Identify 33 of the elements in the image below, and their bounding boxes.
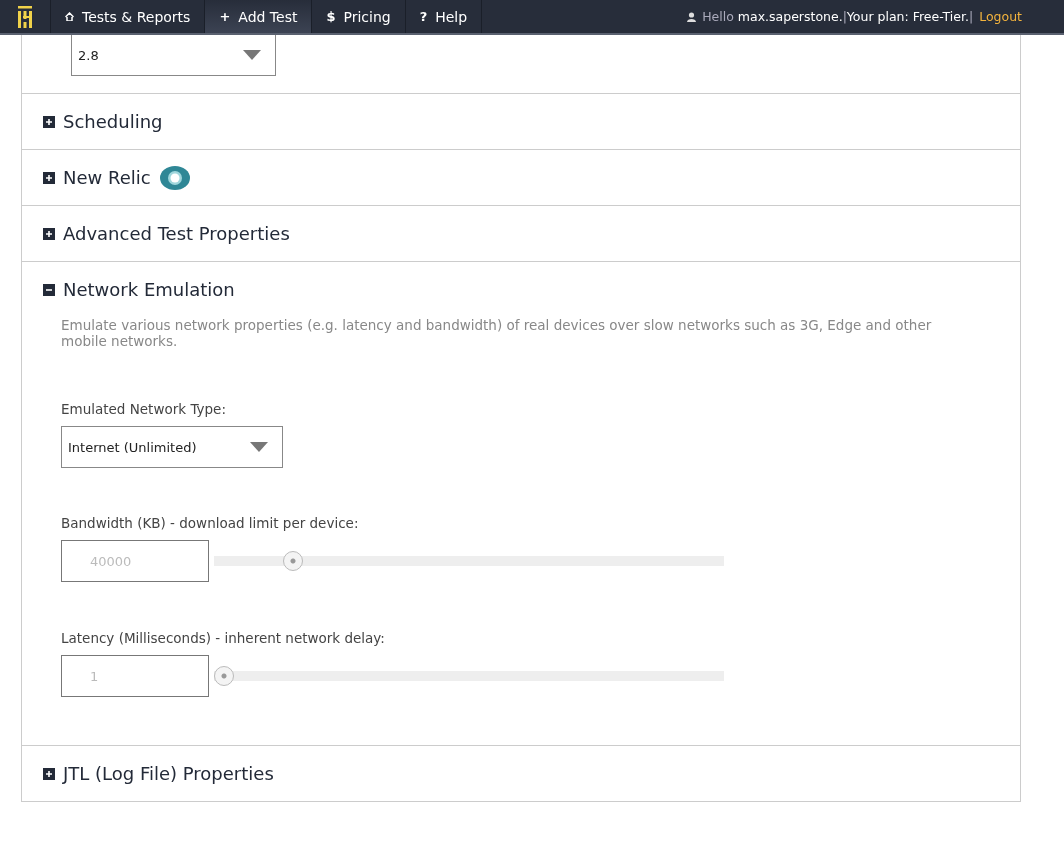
dropdown-caret-icon: [243, 50, 261, 60]
field-label: Emulated Network Type:: [61, 401, 227, 417]
ring-logo-icon: [158, 164, 191, 191]
field-label: Latency (Milliseconds) - inherent network delay:: [61, 630, 386, 646]
nav-icon: +: [219, 9, 231, 24]
expand-icon[interactable]: [43, 767, 55, 780]
section-title[interactable]: New Relic: [63, 167, 151, 188]
separator-text: |: [842, 9, 847, 24]
dropdown-caret-icon: [250, 442, 268, 452]
greeting-text: Hello: [702, 9, 734, 24]
section-title[interactable]: Advanced Test Properties: [63, 223, 290, 244]
separator-text: |: [968, 9, 974, 24]
nav-icon: ?: [419, 9, 428, 24]
logout-link[interactable]: Logout: [979, 9, 1022, 24]
expand-icon[interactable]: [43, 227, 55, 240]
collapse-icon[interactable]: [43, 283, 55, 296]
nav-tab[interactable]: + Add Test: [205, 0, 313, 33]
username-text: max.saperstone.: [737, 9, 843, 24]
slider-thumb[interactable]: [282, 551, 303, 571]
expand-icon[interactable]: [43, 171, 55, 184]
section-title[interactable]: JTL (Log File) Properties: [63, 763, 274, 784]
field-label: Bandwidth (KB) - download limit per device:: [61, 515, 360, 531]
slider-thumb[interactable]: [214, 666, 234, 686]
nav-icon: $: [326, 9, 336, 24]
logo-icon[interactable]: [18, 5, 32, 28]
network-type-select[interactable]: Internet (Unlimited): [61, 426, 283, 468]
section-title[interactable]: Scheduling: [63, 111, 163, 132]
expand-icon[interactable]: [43, 115, 55, 128]
home-icon: [65, 12, 74, 21]
section-title[interactable]: Network Emulation: [63, 279, 235, 300]
version-select[interactable]: 2.8: [71, 35, 276, 76]
user-icon: [687, 11, 697, 22]
section-description: Emulate various network properties (e.g. latency and bandwidth) of real devices over slow networks such as 3G, Edge and other mobile networks.: [61, 317, 933, 349]
